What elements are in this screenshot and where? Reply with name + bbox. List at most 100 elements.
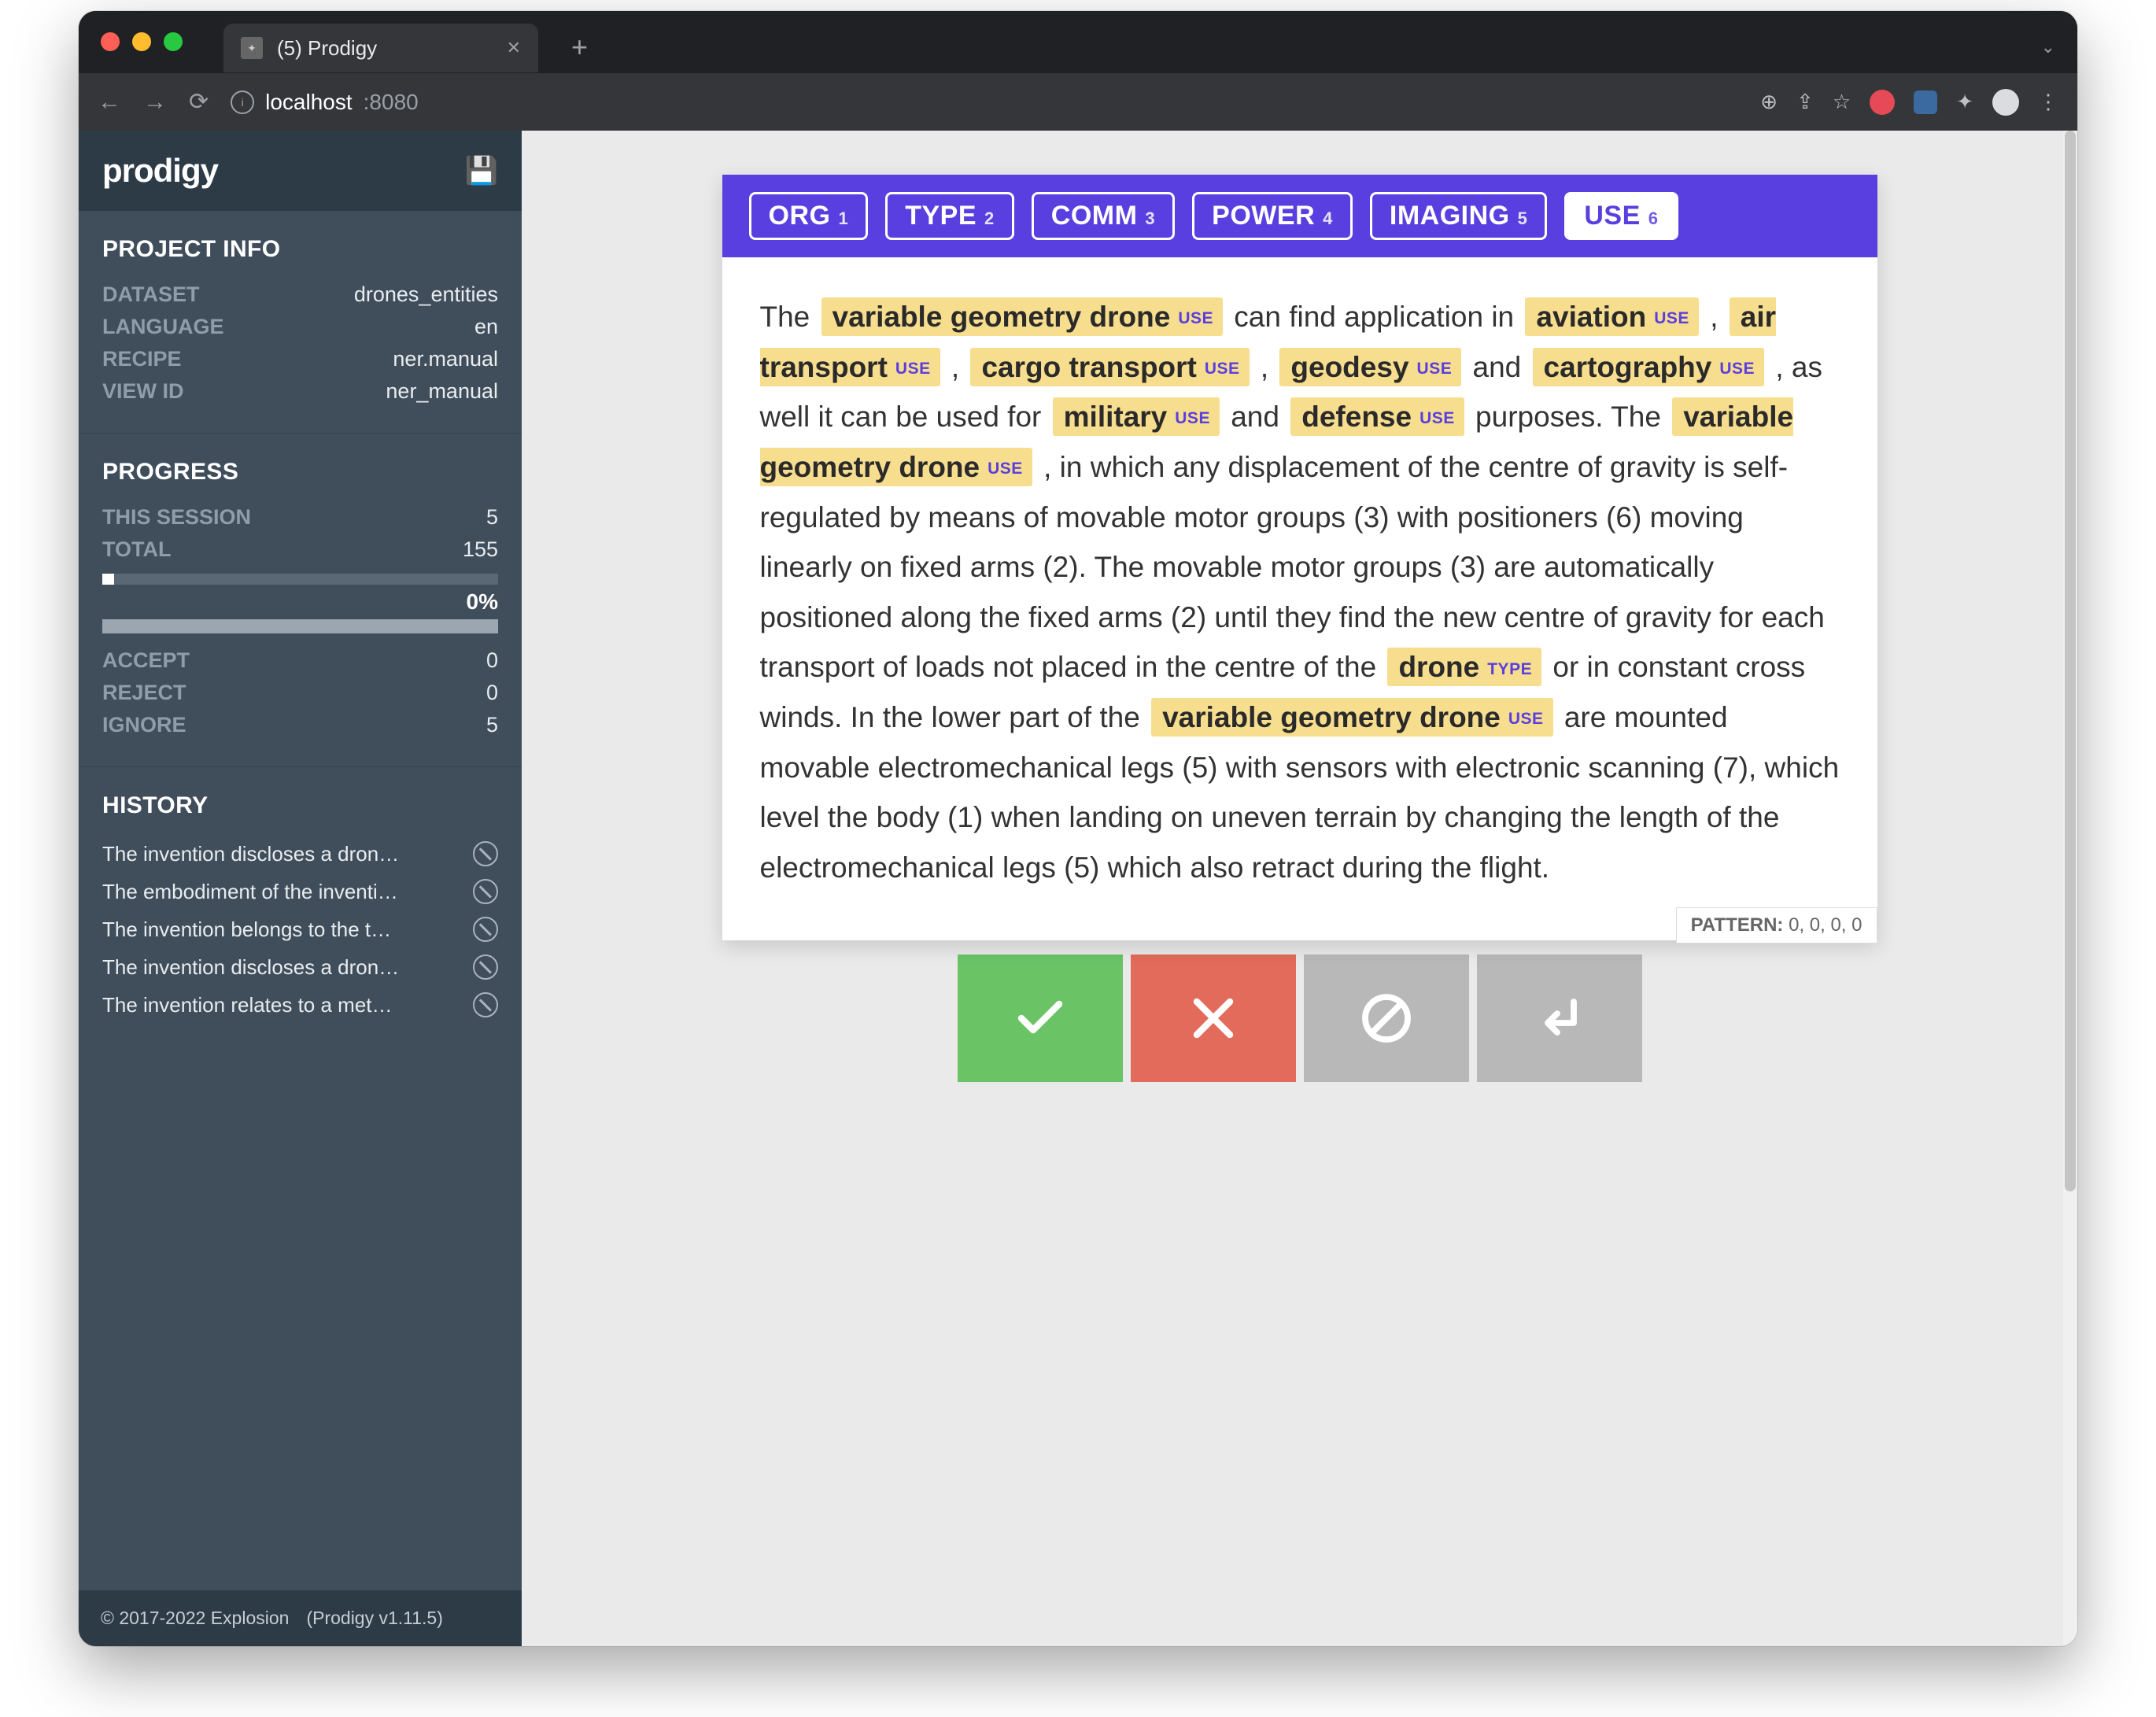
browser-titlebar: ✦ (5) Prodigy ✕ + ⌄ [79, 11, 2077, 72]
history-section: HISTORY The invention discloses a dron…T… [79, 767, 522, 1049]
label-use[interactable]: USE 6 [1564, 192, 1678, 240]
scrollbar-thumb[interactable] [2065, 131, 2076, 1191]
label-hotkey: 2 [984, 209, 995, 229]
progress-session-label: THIS SESSION [102, 505, 251, 530]
sidebar: prodigy 💾 PROJECT INFO DATASETdrones_ent… [79, 131, 522, 1646]
entity-span[interactable]: variable geometry droneUSE [821, 297, 1223, 336]
reject-button[interactable] [1131, 955, 1296, 1082]
label-comm[interactable]: COMM 3 [1032, 192, 1175, 240]
label-hotkey: 4 [1323, 209, 1333, 229]
progress-count-label: IGNORE [102, 713, 186, 737]
entity-tag: USE [1417, 360, 1453, 378]
site-info-icon[interactable]: i [231, 90, 254, 114]
extension-icon-1[interactable] [1870, 90, 1895, 115]
browser-addressbar: ← → ⟳ i localhost:8080 ⊕ ⇪ ☆ ✦ ⋮ [79, 72, 2077, 131]
project-info-row: VIEW IDner_manual [102, 375, 498, 408]
project-info-value: en [474, 315, 498, 339]
accept-button[interactable] [958, 955, 1123, 1082]
tab-title: (5) Prodigy [277, 36, 493, 61]
history-item[interactable]: The invention belongs to the t… [102, 910, 498, 948]
entity-span[interactable]: variable geometry droneUSE [760, 397, 1794, 486]
entity-tag: USE [988, 460, 1023, 478]
progress-section: PROGRESS THIS SESSION 5 TOTAL 155 0% ACC… [79, 434, 522, 767]
url-box[interactable]: i localhost:8080 [231, 90, 419, 115]
extensions-icon[interactable]: ✦ [1956, 90, 1973, 114]
tab-favicon: ✦ [241, 37, 263, 59]
label-org[interactable]: ORG 1 [749, 192, 869, 240]
menu-icon[interactable]: ⋮ [2038, 90, 2058, 114]
profile-avatar[interactable] [1992, 89, 2019, 116]
new-tab-button[interactable]: + [571, 31, 588, 64]
window-close[interactable] [101, 32, 120, 51]
progress-percent: 0% [102, 589, 498, 615]
label-bar: ORG 1 TYPE 2 COMM 3 POWER 4 IMAGING 5 USE 6 [722, 175, 1877, 257]
project-info-row: RECIPE ner.manual [102, 343, 498, 375]
url-host: localhost [265, 90, 353, 115]
project-info-title: PROJECT INFO [102, 236, 498, 263]
tabs-dropdown-icon[interactable]: ⌄ [2041, 37, 2055, 57]
save-icon[interactable]: 💾 [465, 155, 498, 186]
progress-total-label: TOTAL [102, 537, 172, 562]
label-hotkey: 6 [1648, 209, 1659, 229]
share-icon[interactable]: ⇪ [1796, 90, 1814, 114]
label-hotkey: 5 [1518, 209, 1528, 229]
close-icon[interactable]: ✕ [507, 38, 521, 58]
progress-bar-top [102, 574, 498, 585]
entity-span[interactable]: geodesyUSE [1279, 348, 1461, 386]
entity-span[interactable]: cartographyUSE [1533, 348, 1765, 386]
label-power[interactable]: POWER 4 [1192, 192, 1353, 240]
reload-icon[interactable]: ⟳ [189, 88, 209, 116]
history-item[interactable]: The invention discloses a dron… [102, 948, 498, 986]
main-area: ORG 1 TYPE 2 COMM 3 POWER 4 IMAGING 5 USE 6 T… [522, 131, 2077, 1646]
entity-tag: USE [1719, 360, 1755, 378]
entity-span[interactable]: variable geometry droneUSE [1151, 698, 1552, 737]
entity-tag: TYPE [1487, 660, 1532, 678]
history-item[interactable]: The embodiment of the inventi… [102, 873, 498, 910]
label-imaging[interactable]: IMAGING 5 [1370, 192, 1547, 240]
history-text: The invention relates to a met… [102, 993, 463, 1017]
sidebar-footer: © 2017-2022 Explosion (Prodigy v1.11.5) [79, 1590, 522, 1646]
return-icon [1531, 990, 1588, 1047]
history-text: The invention discloses a dron… [102, 955, 463, 980]
skip-icon [1358, 990, 1415, 1047]
project-info-value: ner.manual [393, 347, 498, 371]
ignore-icon [473, 992, 498, 1017]
footer-copyright: © 2017-2022 Explosion [101, 1608, 289, 1629]
prodigy-logo: prodigy [102, 152, 218, 190]
entity-span[interactable]: aviationUSE [1525, 297, 1699, 336]
entity-span[interactable]: droneTYPE [1387, 648, 1541, 686]
traffic-lights [101, 32, 183, 51]
forward-icon[interactable]: → [143, 89, 167, 116]
history-item[interactable]: The invention discloses a dron… [102, 835, 498, 873]
window-maximize[interactable] [164, 32, 183, 51]
progress-count-value: 5 [486, 713, 498, 737]
project-info-label: DATASET [102, 282, 200, 307]
project-info-label: VIEW ID [102, 379, 184, 404]
back-icon[interactable]: ← [98, 89, 121, 116]
project-info-label: RECIPE [102, 347, 182, 371]
extension-icon-2[interactable] [1914, 90, 1937, 114]
undo-button[interactable] [1477, 955, 1642, 1082]
scrollbar[interactable] [2063, 131, 2077, 1646]
browser-tab[interactable]: ✦ (5) Prodigy ✕ [223, 24, 538, 72]
entity-span[interactable]: militaryUSE [1053, 397, 1220, 436]
project-info-section: PROJECT INFO DATASETdrones_entitiesLANGU… [79, 211, 522, 434]
progress-count-label: REJECT [102, 681, 186, 705]
entity-tag: USE [1508, 710, 1544, 728]
project-info-label: LANGUAGE [102, 315, 224, 339]
label-type[interactable]: TYPE 2 [885, 192, 1014, 240]
history-item[interactable]: The invention relates to a met… [102, 986, 498, 1024]
entity-span[interactable]: cargo transportUSE [970, 348, 1249, 386]
annotation-text[interactable]: The variable geometry droneUSE can find … [722, 257, 1877, 940]
progress-count-value: 0 [486, 648, 498, 673]
window-minimize[interactable] [132, 32, 151, 51]
ignore-icon [473, 917, 498, 942]
zoom-icon[interactable]: ⊕ [1760, 90, 1778, 114]
entity-tag: USE [1419, 409, 1455, 427]
star-icon[interactable]: ☆ [1833, 90, 1851, 114]
entity-span[interactable]: defenseUSE [1290, 397, 1464, 436]
progress-count-row: IGNORE 5 [102, 709, 498, 741]
ignore-button[interactable] [1304, 955, 1469, 1082]
footer-version: (Prodigy v1.11.5) [306, 1608, 442, 1629]
ignore-icon [473, 879, 498, 904]
